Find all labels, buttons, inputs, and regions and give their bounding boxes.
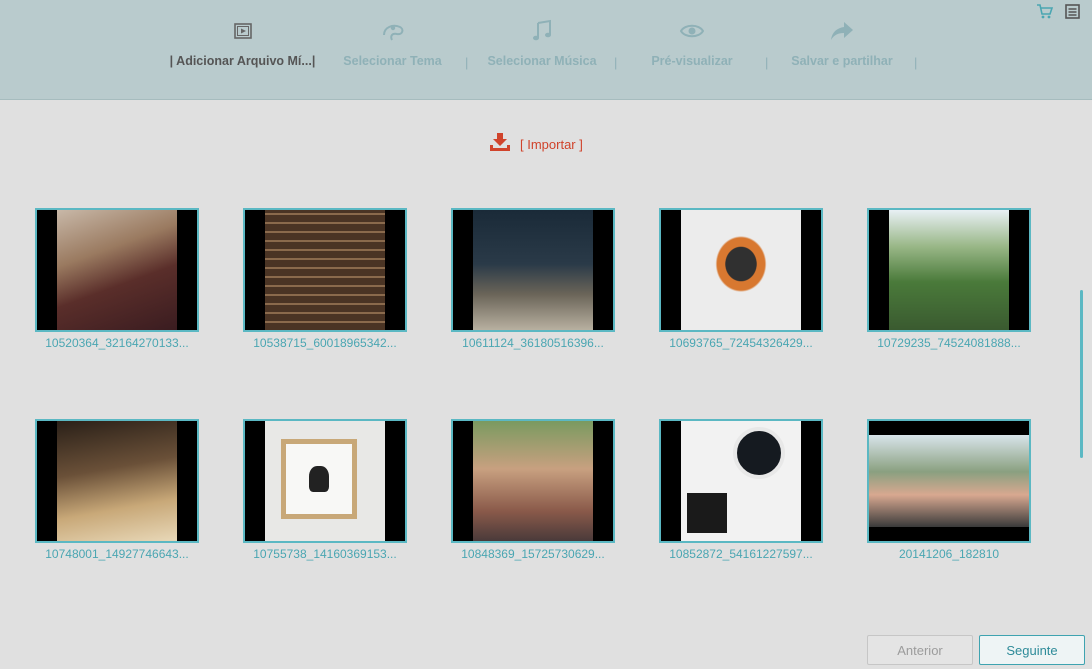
media-item[interactable]: 10693765_72454326429...	[659, 208, 823, 350]
media-caption: 10748001_14927746643...	[45, 547, 189, 561]
step-add-media[interactable]: | Adicionar Arquivo Mí...|	[160, 16, 325, 68]
media-thumbnail[interactable]	[243, 419, 407, 543]
media-thumbnail[interactable]	[451, 208, 615, 332]
media-item[interactable]: 10852872_54161227597...	[659, 419, 823, 561]
media-thumbnail[interactable]	[451, 419, 615, 543]
media-item[interactable]: 10520364_32164270133...	[35, 208, 199, 350]
media-caption: 10520364_32164270133...	[45, 336, 189, 350]
step-save-share[interactable]: Salvar e partilhar	[784, 16, 900, 68]
media-item[interactable]: 20141206_182810	[867, 419, 1031, 561]
step-label: Selecionar Música	[487, 54, 597, 68]
media-item[interactable]: 10611124_36180516396...	[451, 208, 615, 350]
media-thumbnail[interactable]	[659, 419, 823, 543]
previous-button[interactable]: Anterior	[867, 635, 973, 665]
play-frame-icon	[160, 16, 325, 46]
theme-icon	[335, 16, 450, 46]
media-thumbnail[interactable]	[867, 419, 1031, 543]
media-thumbnail[interactable]	[659, 208, 823, 332]
cart-icon[interactable]	[1036, 4, 1054, 24]
media-thumbnail[interactable]	[35, 419, 199, 543]
media-thumbnail[interactable]	[243, 208, 407, 332]
step-select-music[interactable]: Selecionar Música	[480, 16, 604, 68]
step-separator: |	[465, 55, 469, 70]
media-item[interactable]: 10755738_14160369153...	[243, 419, 407, 561]
media-caption: 20141206_182810	[898, 547, 1000, 561]
step-separator: |	[765, 55, 769, 70]
step-select-theme[interactable]: Selecionar Tema	[335, 16, 450, 68]
media-caption: 10755738_14160369153...	[253, 547, 397, 561]
step-label: Pré-visualizar	[651, 54, 733, 68]
download-icon	[489, 132, 511, 157]
eye-icon	[643, 16, 741, 46]
media-item[interactable]: 10538715_60018965342...	[243, 208, 407, 350]
media-caption: 10848369_15725730629...	[461, 547, 605, 561]
share-arrow-icon	[784, 16, 900, 46]
media-caption: 10538715_60018965342...	[253, 336, 397, 350]
step-separator: |	[614, 55, 618, 70]
step-preview[interactable]: Pré-visualizar	[643, 16, 741, 68]
media-item[interactable]: 10748001_14927746643...	[35, 419, 199, 561]
step-separator: |	[914, 55, 918, 70]
music-note-icon	[480, 16, 604, 46]
media-thumbnail[interactable]	[35, 208, 199, 332]
media-caption: 10852872_54161227597...	[669, 547, 813, 561]
media-item[interactable]: 10729235_74524081888...	[867, 208, 1031, 350]
media-caption: 10729235_74524081888...	[877, 336, 1021, 350]
step-label: Selecionar Tema	[343, 54, 442, 68]
step-label: | Adicionar Arquivo Mí...|	[169, 54, 316, 68]
import-label: [ Importar ]	[520, 137, 583, 152]
media-caption: 10611124_36180516396...	[462, 336, 604, 350]
vertical-scrollbar[interactable]	[1080, 290, 1083, 458]
step-label: Salvar e partilhar	[791, 54, 893, 68]
media-caption: 10693765_72454326429...	[669, 336, 813, 350]
next-button[interactable]: Seguinte	[979, 635, 1085, 665]
menu-icon[interactable]	[1065, 4, 1080, 24]
media-item[interactable]: 10848369_15725730629...	[451, 419, 615, 561]
wizard-header: | Adicionar Arquivo Mí...| Selecionar Te…	[0, 0, 1092, 100]
import-button[interactable]: [ Importar ]	[489, 132, 583, 157]
media-thumbnail[interactable]	[867, 208, 1031, 332]
